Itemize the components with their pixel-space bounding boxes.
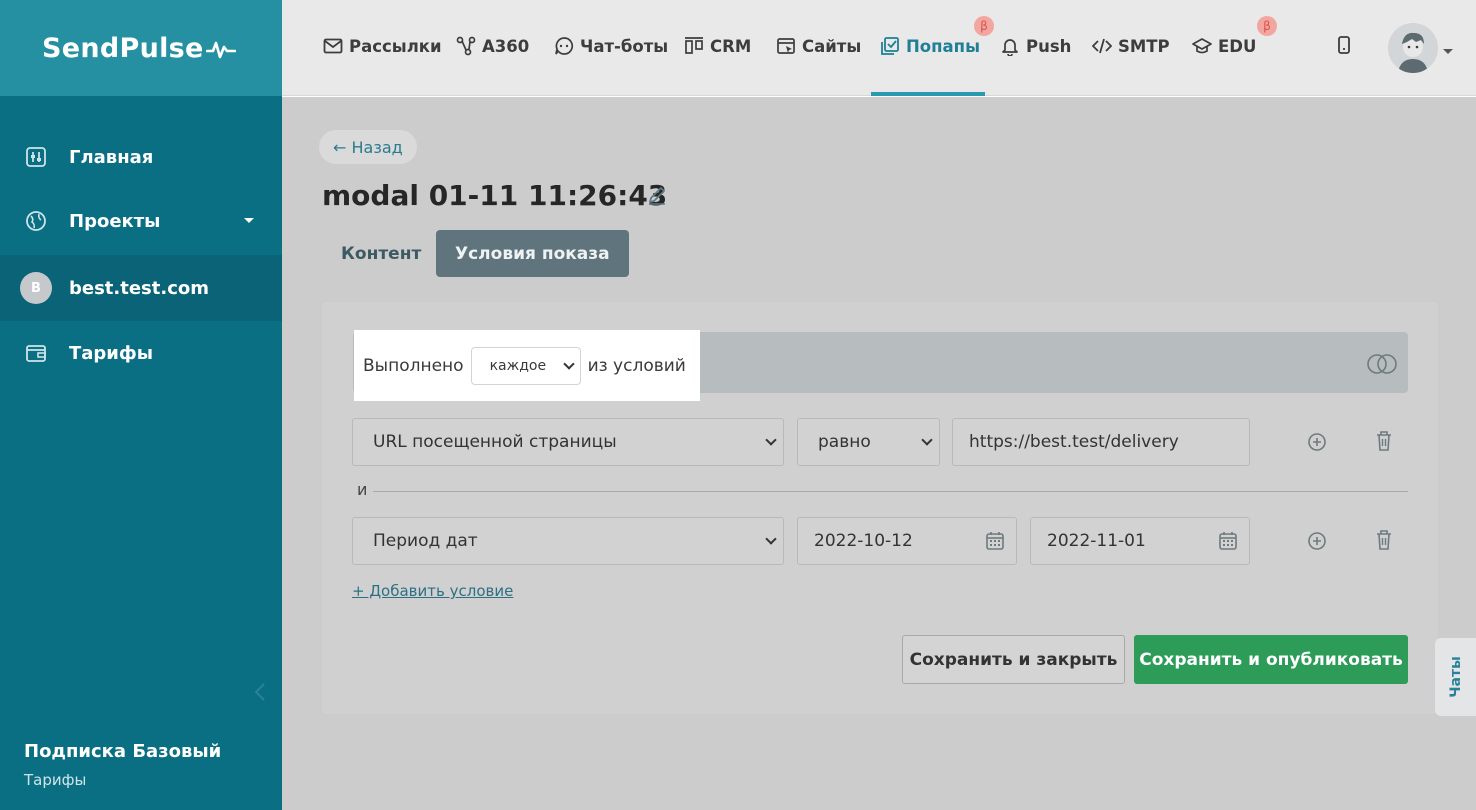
tab-content[interactable]: Контент [322,230,440,277]
date-from-input[interactable]: 2022-10-12 [797,517,1017,565]
page-title: modal 01-11 11:26:43 [322,179,668,212]
crm-icon [684,36,704,56]
chats-tab[interactable]: Чаты [1435,638,1476,716]
nav-item-a360[interactable]: A360 [456,34,529,58]
nav-label: CRM [710,36,752,56]
overlap-circles-icon[interactable] [1365,353,1399,379]
sidebar-item-project-best-test[interactable]: B best.test.com [0,255,282,321]
condition-mode-value: каждое [489,357,547,374]
nav-label: EDU [1218,36,1257,56]
condition-field-value: Период дат [373,531,478,551]
chats-tab-label: Чаты [1447,656,1464,698]
top-navigation: Рассылки A360 Чат-боты CRM Сайты Попапы … [282,0,1476,96]
logo[interactable]: SendPulse [0,0,282,96]
calendar-icon[interactable] [985,531,1005,556]
mail-icon [323,36,343,56]
site-icon [776,36,796,56]
condition-operator-select[interactable]: равно [797,418,940,466]
condition-field-select[interactable]: Период дат [352,517,784,565]
condition-mode-select[interactable]: каждое [470,346,581,385]
sidebar-item-label: best.test.com [69,277,210,299]
date-to-value: 2022-11-01 [1047,531,1146,551]
sidebar-item-projects[interactable]: Проекты [0,188,282,254]
nav-item-edu[interactable]: EDU [1192,34,1256,58]
bell-icon [1000,36,1020,56]
main-content: ← Назад modal 01-11 11:26:43 Контент Усл… [282,97,1476,810]
conditions-card: Выполнено каждое из условий URL посещенн… [322,302,1438,714]
sidebar-item-label: Тарифы [69,342,154,364]
chevron-down-icon[interactable] [1443,49,1453,54]
divider [373,491,1408,492]
nav-item-popups[interactable]: Попапы [880,34,980,58]
collapse-sidebar-icon[interactable] [254,682,266,708]
project-avatar: B [20,272,52,304]
user-avatar[interactable] [1388,23,1438,73]
save-and-publish-button[interactable]: Сохранить и опубликовать [1134,635,1408,684]
active-nav-indicator [871,92,985,96]
code-icon [1092,36,1112,56]
nav-label: SMTP [1118,36,1170,56]
date-to-input[interactable]: 2022-11-01 [1030,517,1250,565]
flow-icon [456,36,476,56]
sidebar-item-tariffs[interactable]: Тарифы [0,320,282,386]
and-joiner-label: и [357,480,368,499]
add-condition-link[interactable]: + Добавить условие [352,582,513,600]
trash-icon[interactable] [1372,429,1396,453]
sidebar-item-home[interactable]: Главная [0,124,282,190]
nav-label: A360 [482,36,530,56]
dashboard-icon [24,145,48,169]
condition-value-text: https://best.test/delivery [969,432,1179,452]
nav-label: Рассылки [349,36,442,56]
nav-label: Чат-боты [580,36,669,56]
nav-item-push[interactable]: Push [1000,34,1071,58]
popup-icon [880,36,900,56]
chevron-down-icon [562,357,575,370]
condition-value-input[interactable]: https://best.test/delivery [952,418,1250,466]
date-from-value: 2022-10-12 [814,531,913,551]
nav-label: Push [1026,36,1072,56]
sidebar-item-label: Проекты [69,210,161,232]
nav-item-sites[interactable]: Сайты [776,34,861,58]
beta-badge-edu: β [1257,16,1277,36]
nav-label: Попапы [906,36,981,56]
sidebar-item-label: Главная [69,146,154,168]
subscription-title: Подписка Базовый [24,741,222,762]
condition-field-select[interactable]: URL посещенной страницы [352,418,784,466]
wallet-icon [24,341,48,365]
mobile-icon[interactable] [1337,35,1351,59]
globe-icon [24,209,48,233]
chevron-down-icon [765,533,777,545]
save-and-close-button[interactable]: Сохранить и закрыть [902,635,1125,684]
nav-item-mailings[interactable]: Рассылки [323,34,442,58]
chevron-down-icon [921,434,933,446]
add-row-icon[interactable] [1305,529,1329,553]
chevron-down-icon [244,218,254,223]
tariffs-link[interactable]: Тарифы [24,771,86,789]
chevron-down-icon [765,434,777,446]
graduation-cap-icon [1192,36,1212,56]
nav-label: Сайты [802,36,862,56]
nav-item-smtp[interactable]: SMTP [1092,34,1170,58]
condition-prefix: Выполнено [363,355,464,376]
beta-badge-popups: β [974,16,994,36]
condition-operator-value: равно [818,432,871,452]
calendar-icon[interactable] [1218,531,1238,556]
pulse-icon [205,41,236,59]
tab-display-conditions[interactable]: Условия показа [436,230,629,277]
condition-suffix: из условий [587,355,686,376]
trash-icon[interactable] [1372,528,1396,552]
nav-item-crm[interactable]: CRM [684,34,751,58]
brand-name: SendPulse [42,32,204,64]
nav-item-chatbots[interactable]: Чат-боты [554,34,668,58]
sidebar: SendPulse Главная Проекты B best.test.co… [0,0,282,810]
add-row-icon[interactable] [1305,430,1329,454]
condition-mode-row: Выполнено каждое из условий [354,330,700,401]
chatbot-icon [554,36,574,56]
back-button[interactable]: ← Назад [319,130,417,164]
pencil-icon[interactable] [646,184,668,210]
condition-field-value: URL посещенной страницы [373,432,617,452]
